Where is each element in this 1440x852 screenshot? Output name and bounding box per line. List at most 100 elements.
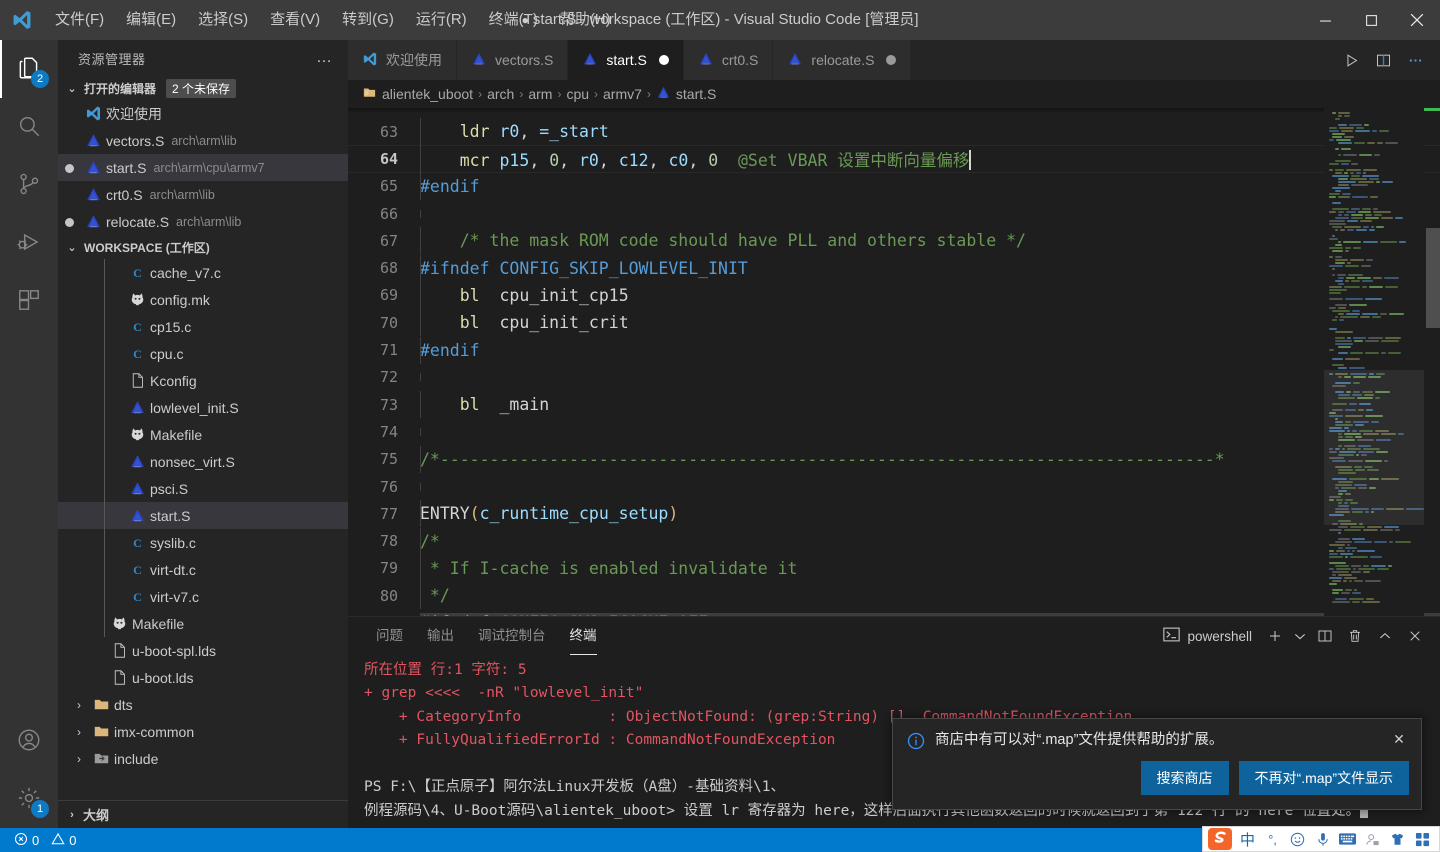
code-line-77[interactable]: 77 ENTRY(c_runtime_cpu_setup) xyxy=(348,500,1440,528)
menu-file[interactable]: 文件(F) xyxy=(44,0,115,40)
workspace-section-header[interactable]: ⌄ WORKSPACE (工作区) xyxy=(58,235,348,259)
tree-item-config-mk[interactable]: config.mk xyxy=(58,286,348,313)
code-line-79[interactable]: 79 * If I-cache is enabled invalidate it xyxy=(348,554,1440,582)
close-panel-button[interactable] xyxy=(1402,623,1428,649)
open-editor-item-welcome[interactable]: 欢迎使用 xyxy=(58,100,348,127)
minimap-slider[interactable] xyxy=(1324,370,1424,525)
code-line-67[interactable]: 67 /* the mask ROM code should have PLL … xyxy=(348,227,1440,255)
line-content[interactable]: * If I-cache is enabled invalidate it xyxy=(420,554,1440,582)
code-line-81[interactable]: 81#ifndef CONFIG_SYS_ICACHE_OFF xyxy=(348,609,1440,616)
menu-run[interactable]: 运行(R) xyxy=(405,0,478,40)
code-lines[interactable]: 63 ldr r0, =_start 64 mcr p15, 0, r0, c12… xyxy=(348,108,1440,616)
notification-toast[interactable]: 商店中有可以对“.map”文件提供帮助的扩展。 ✕ 搜索商店 不再对“.map”… xyxy=(892,718,1422,810)
tree-item-imx-common[interactable]: › imx-common xyxy=(58,718,348,745)
sogou-logo-icon[interactable] xyxy=(1205,826,1235,852)
tree-item-virt-dt-c[interactable]: Cvirt-dt.c xyxy=(58,556,348,583)
panel-tab-问题[interactable]: 问题 xyxy=(366,617,413,655)
ime-mode-chinese[interactable]: 中 xyxy=(1235,827,1260,851)
panel-tab-调试控制台[interactable]: 调试控制台 xyxy=(468,617,556,655)
activity-manage[interactable]: 1 xyxy=(0,770,58,828)
ime-punctuation-icon[interactable]: °, xyxy=(1260,827,1285,851)
breadcrumb-item-3[interactable]: cpu xyxy=(566,86,589,102)
code-line-73[interactable]: 73 bl _main xyxy=(348,391,1440,419)
tree-item-dts[interactable]: › dts xyxy=(58,691,348,718)
code-line-65[interactable]: 65 #endif xyxy=(348,172,1440,200)
new-terminal-button[interactable] xyxy=(1262,623,1288,649)
file-tree[interactable]: Ccache_v7.c config.mk Ccp15.c Ccpu.c Kconfig… xyxy=(58,259,348,800)
open-editor-item-vectors[interactable]: vectors.S arch\arm\lib xyxy=(58,127,348,154)
line-content[interactable]: #ifndef CONFIG_SKIP_LOWLEVEL_INIT xyxy=(420,254,1440,282)
tree-item-u-boot-lds[interactable]: u-boot.lds xyxy=(58,664,348,691)
maximize-button[interactable] xyxy=(1348,0,1394,40)
tree-item-cpu-c[interactable]: Ccpu.c xyxy=(58,340,348,367)
activity-accounts[interactable] xyxy=(0,712,58,770)
code-line-74[interactable]: 74 xyxy=(348,418,1440,445)
tree-item-lowlevel-init-s[interactable]: lowlevel_init.S xyxy=(58,394,348,421)
line-content[interactable]: bl cpu_init_cp15 xyxy=(420,281,1440,309)
code-line-72[interactable]: 72 xyxy=(348,364,1440,391)
ime-skin-icon[interactable] xyxy=(1385,827,1410,851)
activity-extensions[interactable] xyxy=(0,272,58,330)
split-editor-button[interactable] xyxy=(1368,45,1398,75)
ime-voice-icon[interactable] xyxy=(1310,827,1335,851)
breadcrumb-item-5[interactable]: start.S xyxy=(656,85,716,103)
code-line-71[interactable]: 71 #endif xyxy=(348,336,1440,364)
menu-terminal[interactable]: 终端(T) xyxy=(478,0,549,40)
line-content[interactable]: bl cpu_init_crit xyxy=(420,309,1440,337)
line-content[interactable]: bl _main xyxy=(420,391,1440,419)
breadcrumb-item-1[interactable]: arch xyxy=(487,86,514,102)
tree-item-include[interactable]: › include xyxy=(58,745,348,772)
tree-item-kconfig[interactable]: Kconfig xyxy=(58,367,348,394)
menu-view[interactable]: 查看(V) xyxy=(259,0,331,40)
search-marketplace-button[interactable]: 搜索商店 xyxy=(1140,761,1229,795)
more-actions-button[interactable] xyxy=(1400,45,1430,75)
chevron-right-icon[interactable]: › xyxy=(70,725,88,739)
close-button[interactable] xyxy=(1394,0,1440,40)
breadcrumb-item-4[interactable]: armv7 xyxy=(603,86,642,102)
chevron-right-icon[interactable]: › xyxy=(70,752,88,766)
open-editor-item-relocate[interactable]: relocate.S arch\arm\lib xyxy=(58,208,348,235)
menu-selection[interactable]: 选择(S) xyxy=(187,0,259,40)
tree-item-makefile[interactable]: Makefile xyxy=(58,421,348,448)
line-content[interactable]: ldr r0, =_start xyxy=(420,118,1440,146)
tree-item-psci-s[interactable]: psci.S xyxy=(58,475,348,502)
menu-edit[interactable]: 编辑(E) xyxy=(115,0,187,40)
ime-keyboard-icon[interactable] xyxy=(1335,827,1360,851)
sidebar-more-actions-button[interactable]: … xyxy=(316,49,334,67)
line-content[interactable]: #endif xyxy=(420,336,1440,364)
ime-emoji-icon[interactable] xyxy=(1285,827,1310,851)
editor-vertical-scrollbar[interactable] xyxy=(1424,108,1440,616)
code-line-70[interactable]: 70 bl cpu_init_crit xyxy=(348,309,1440,337)
minimize-button[interactable] xyxy=(1302,0,1348,40)
tree-item-makefile[interactable]: Makefile xyxy=(58,610,348,637)
code-line-76[interactable]: 76 xyxy=(348,473,1440,500)
editor-tab-start-s[interactable]: start.S xyxy=(568,40,684,80)
maximize-panel-button[interactable] xyxy=(1372,623,1398,649)
status-problems[interactable]: 0 0 xyxy=(8,828,82,852)
tab-dirty-indicator[interactable] xyxy=(658,55,669,65)
kill-terminal-button[interactable] xyxy=(1342,623,1368,649)
line-content[interactable]: */ xyxy=(420,582,1440,610)
outline-section-header[interactable]: › 大纲 xyxy=(58,800,348,828)
code-line-68[interactable]: 68 #ifndef CONFIG_SKIP_LOWLEVEL_INIT xyxy=(348,254,1440,282)
editor-tab-crt0-s[interactable]: crt0.S xyxy=(683,40,774,80)
code-line-69[interactable]: 69 bl cpu_init_cp15 xyxy=(348,281,1440,309)
dont-show-again-button[interactable]: 不再对“.map”文件显示 xyxy=(1238,761,1409,795)
line-content[interactable]: mcr p15, 0, r0, c12, c0, 0 @Set VBAR 设置中… xyxy=(420,142,1440,175)
code-editor[interactable]: 63 ldr r0, =_start 64 mcr p15, 0, r0, c12… xyxy=(348,108,1440,616)
line-content[interactable]: /* the mask ROM code should have PLL and… xyxy=(420,227,1440,255)
line-content[interactable]: /*--------------------------------------… xyxy=(420,445,1440,473)
activity-source-control[interactable] xyxy=(0,156,58,214)
ime-toolbox-icon[interactable] xyxy=(1410,827,1435,851)
tree-item-cache-v7-c[interactable]: Ccache_v7.c xyxy=(58,259,348,286)
chevron-right-icon[interactable]: › xyxy=(70,698,88,712)
code-line-66[interactable]: 66 xyxy=(348,200,1440,227)
open-editor-item-start[interactable]: start.S arch\arm\cpu\armv7 xyxy=(58,154,348,181)
open-editor-item-crt0[interactable]: crt0.S arch\arm\lib xyxy=(58,181,348,208)
notification-close-button[interactable]: ✕ xyxy=(1389,731,1409,748)
dirty-dot[interactable] xyxy=(58,160,80,176)
minimap[interactable] xyxy=(1324,108,1424,616)
activity-search[interactable] xyxy=(0,98,58,156)
split-terminal-button[interactable] xyxy=(1312,623,1338,649)
code-line-78[interactable]: 78 /* xyxy=(348,527,1440,555)
